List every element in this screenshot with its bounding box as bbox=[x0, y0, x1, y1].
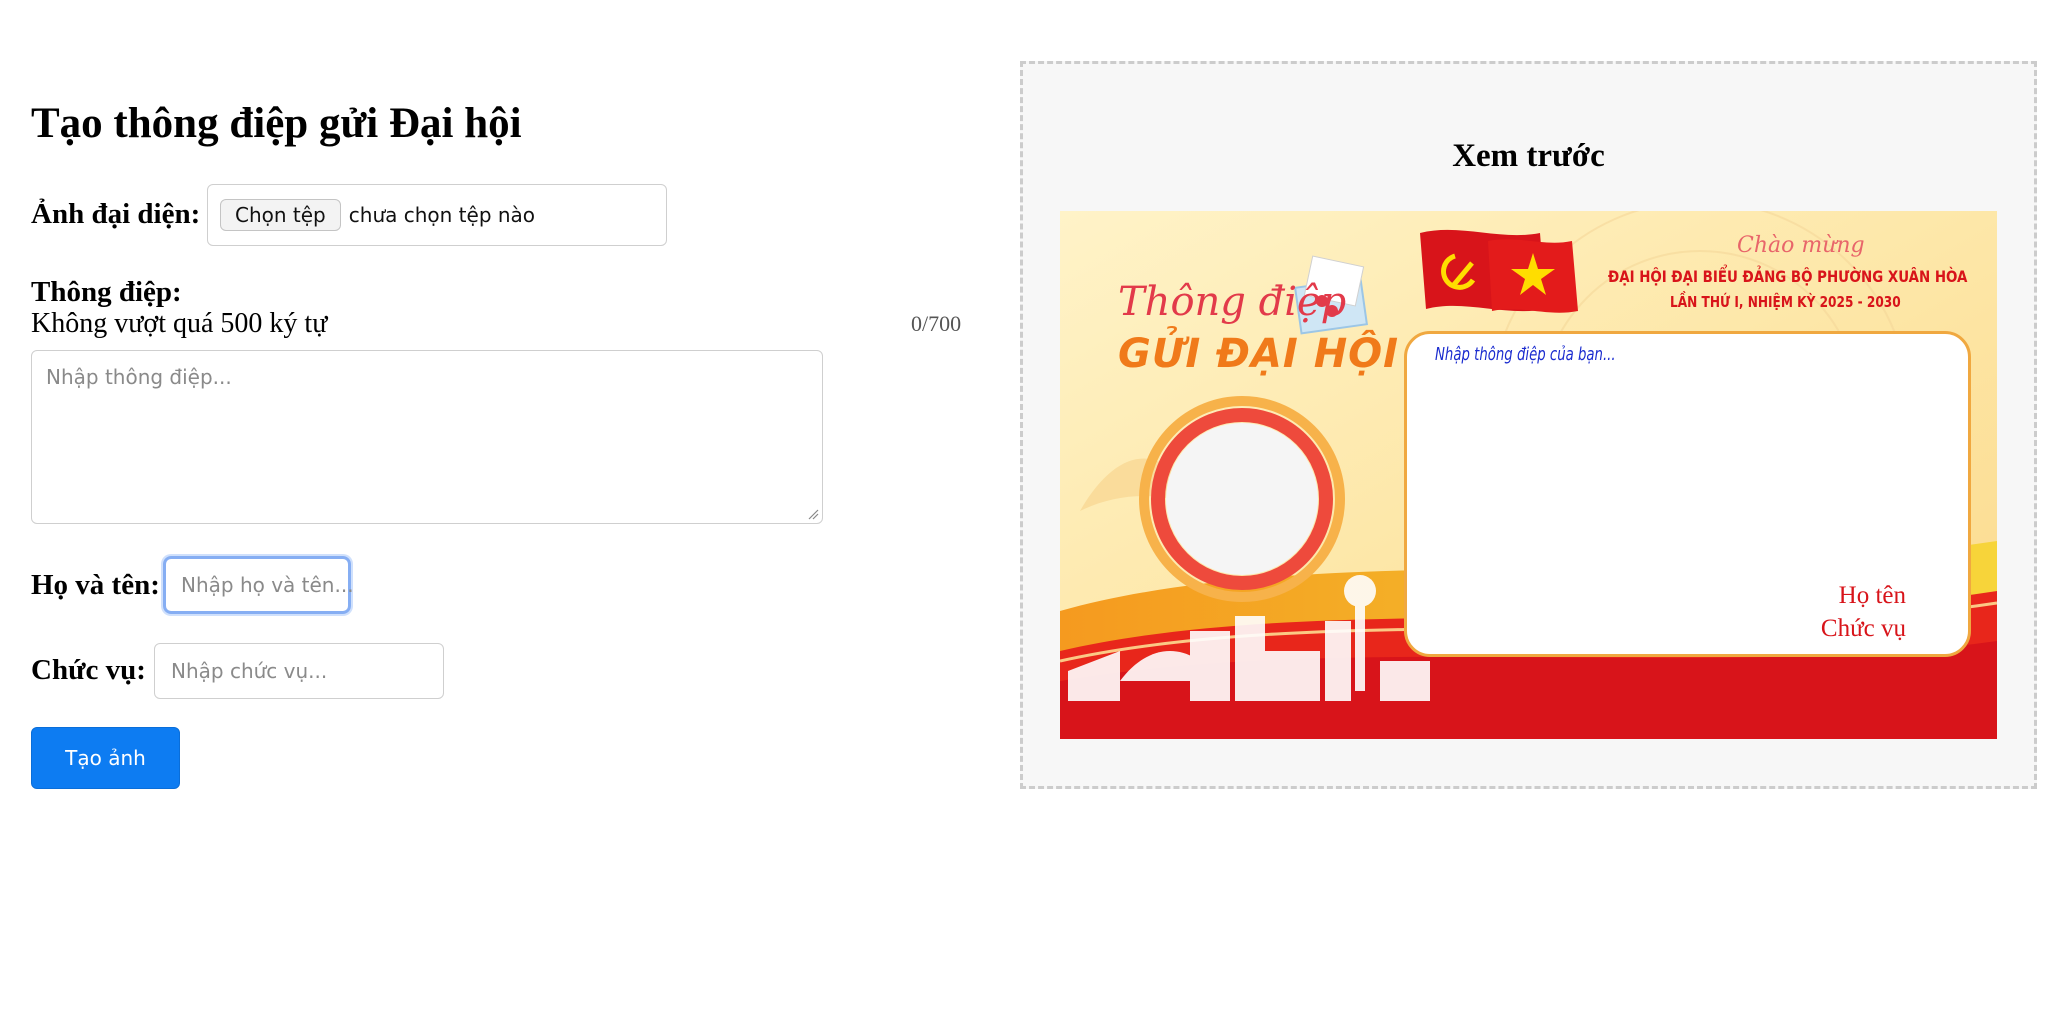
file-status: chưa chọn tệp nào bbox=[348, 203, 536, 227]
avatar-frame bbox=[1139, 396, 1345, 602]
message-placeholder: Nhập thông điệp... bbox=[46, 365, 232, 389]
name-input[interactable]: Nhập họ và tên... bbox=[163, 556, 354, 614]
character-counter: 0/700 bbox=[911, 311, 962, 336]
card-name-placeholder: Họ tên bbox=[1838, 582, 1906, 609]
resize-grip-icon[interactable] bbox=[807, 508, 819, 520]
generate-image-button[interactable]: Tạo ảnh bbox=[31, 727, 180, 789]
position-placeholder: Nhập chức vụ... bbox=[171, 659, 328, 683]
card-congress-line2: LẦN THỨ I, NHIỆM KỲ 2025 - 2030 bbox=[1670, 293, 1901, 311]
card-message-box: Nhập thông điệp của bạn... Họ tên Chức v… bbox=[1404, 331, 1971, 657]
position-label: Chức vụ: bbox=[31, 654, 146, 686]
card-position-placeholder: Chức vụ bbox=[1820, 615, 1906, 642]
message-hint: Không vượt quá 500 ký tự bbox=[31, 308, 328, 339]
avatar-label: Ảnh đại diện: bbox=[31, 198, 201, 230]
preview-card: Thông điệp GỬI ĐẠI HỘI Chào mừng ĐẠI HỘI… bbox=[1060, 211, 1997, 739]
card-title-line1: Thông điệp bbox=[1118, 279, 1347, 325]
card-greeting: Chào mừng bbox=[1737, 233, 1865, 258]
national-flag-icon bbox=[1488, 239, 1578, 313]
page-title: Tạo thông điệp gửi Đại hội bbox=[31, 100, 522, 147]
message-label: Thông điệp: bbox=[31, 276, 182, 308]
name-label: Họ và tên: bbox=[31, 569, 160, 601]
preview-title: Xem trước bbox=[1452, 138, 1605, 174]
name-placeholder: Nhập họ và tên... bbox=[181, 573, 354, 597]
card-congress-line1: ĐẠI HỘI ĐẠI BIỂU ĐẢNG BỘ PHƯỜNG XUÂN HÒA bbox=[1608, 267, 1968, 286]
position-input[interactable]: Nhập chức vụ... bbox=[154, 643, 444, 699]
card-title-line2: GỬI ĐẠI HỘI bbox=[1118, 331, 1400, 377]
preview-panel: Xem trước Thông điệp GỬI ĐẠI HỘI Chào mừ… bbox=[1020, 61, 2037, 789]
message-textarea[interactable]: Nhập thông điệp... bbox=[31, 350, 823, 524]
avatar-file-input[interactable]: Chọn tệp chưa chọn tệp nào bbox=[207, 184, 667, 246]
choose-file-button[interactable]: Chọn tệp bbox=[220, 199, 341, 231]
card-message-placeholder: Nhập thông điệp của bạn... bbox=[1435, 344, 1616, 365]
